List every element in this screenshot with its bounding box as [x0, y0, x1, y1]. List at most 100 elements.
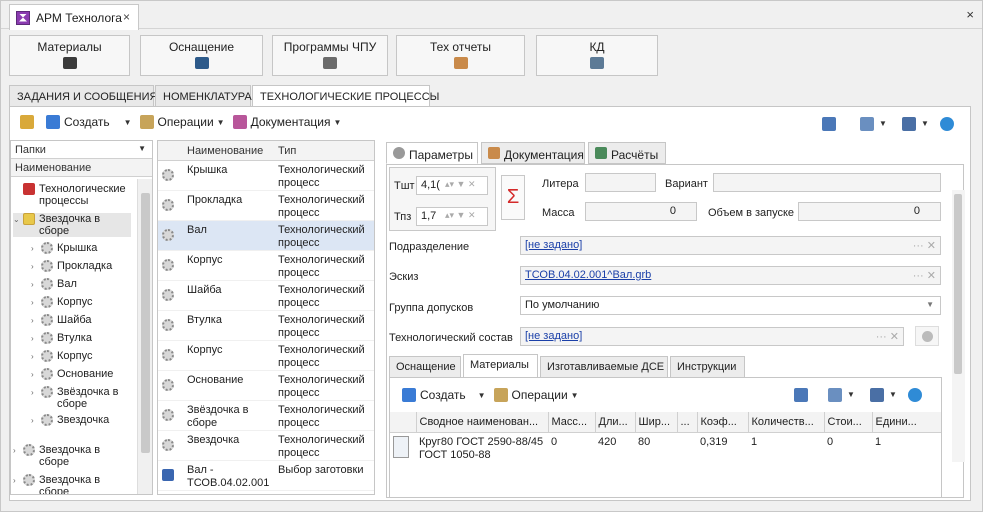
sketch-link[interactable]: ТСОВ.04.02.001^Вал.grb: [525, 269, 651, 281]
folders-column-header[interactable]: Наименование: [11, 159, 152, 177]
list-item[interactable]: Вал Технологический процесс: [158, 221, 374, 251]
operations-button[interactable]: Операции ▼: [136, 111, 229, 133]
list-item[interactable]: Вал - ТСОВ.04.02.001 Выбор заготовки: [158, 461, 374, 491]
col-name-header[interactable]: Наименование: [187, 145, 263, 157]
module-cnc-button[interactable]: Программы ЧПУ: [272, 35, 388, 76]
tolerance-group-select[interactable]: По умолчанию ▼: [520, 296, 941, 315]
module-reports-button[interactable]: Тех отчеты: [396, 35, 525, 76]
user-icon[interactable]: [794, 388, 808, 402]
col-type-header[interactable]: Тип: [278, 145, 296, 157]
module-materials-button[interactable]: Материалы: [9, 35, 130, 76]
folder-item[interactable]: › Шайба: [31, 314, 131, 327]
sync-icon[interactable]: [908, 388, 922, 402]
module-cad-button[interactable]: КД: [536, 35, 658, 76]
materials-create-button[interactable]: Создать ▼: [398, 384, 490, 406]
composition-field[interactable]: [не задано] ··· ✕: [520, 327, 904, 346]
list-item[interactable]: Шайба Технологический процесс: [158, 281, 374, 311]
department-field[interactable]: [не задано] ··· ✕: [520, 236, 941, 255]
view-icon[interactable]: [870, 388, 884, 402]
subtab-equipment[interactable]: Оснащение: [389, 356, 461, 378]
materials-col-header[interactable]: Сводное наименован...: [416, 412, 549, 433]
folder-item[interactable]: › Вал: [31, 278, 131, 291]
list-item[interactable]: Крышка Технологический процесс: [158, 161, 374, 191]
folder-item[interactable]: › Звездочка: [31, 414, 131, 427]
folder-item[interactable]: Технологические процессы: [13, 183, 131, 207]
variant-field[interactable]: [713, 173, 941, 192]
tpz-field[interactable]: 1,7 ▴▾ ▼ ✕: [416, 207, 488, 226]
expand-chevron-icon[interactable]: ›: [31, 415, 41, 427]
list-item[interactable]: Основание Технологический процесс: [158, 371, 374, 401]
tab-nomenclature[interactable]: НОМЕНКЛАТУРА: [155, 85, 252, 107]
expand-chevron-icon[interactable]: ›: [31, 333, 41, 345]
chevron-down-icon[interactable]: ▼: [889, 390, 897, 399]
tab-documentation[interactable]: Документация: [481, 142, 585, 164]
expand-chevron-icon[interactable]: ›: [31, 279, 41, 291]
window-close-icon[interactable]: ×: [966, 7, 974, 22]
chevron-down-icon[interactable]: ▼: [847, 390, 855, 399]
materials-col-header[interactable]: ...: [677, 412, 698, 433]
materials-col-header[interactable]: Едини...: [872, 412, 941, 433]
list-item[interactable]: Корпус Технологический процесс: [158, 251, 374, 281]
subtab-instructions[interactable]: Инструкции: [670, 356, 745, 378]
obem-field[interactable]: 0: [798, 202, 941, 221]
tab-tasks[interactable]: ЗАДАНИЯ И СООБЩЕНИЯ: [9, 85, 157, 107]
view-icon[interactable]: [902, 117, 916, 131]
user-icon[interactable]: [822, 117, 836, 131]
sum-button[interactable]: Σ: [501, 175, 525, 220]
folder-item[interactable]: ⌄ Звездочка в сборе: [13, 213, 131, 237]
expand-chevron-icon[interactable]: ›: [31, 261, 41, 273]
expand-chevron-icon[interactable]: ›: [31, 315, 41, 327]
edit-icon[interactable]: [860, 117, 874, 131]
composition-link[interactable]: [не задано]: [525, 330, 582, 342]
folder-item[interactable]: › Звёздочка в сборе: [31, 386, 131, 410]
tab-calculations[interactable]: Расчёты: [588, 142, 666, 164]
list-item[interactable]: Втулка Технологический процесс: [158, 311, 374, 341]
module-equipment-button[interactable]: Оснащение: [140, 35, 263, 76]
edit-icon[interactable]: [828, 388, 842, 402]
list-item[interactable]: Прокладка Технологический процесс: [158, 191, 374, 221]
composition-settings-button[interactable]: [915, 326, 939, 346]
folders-scrollbar[interactable]: [137, 179, 152, 494]
materials-col-header[interactable]: Дли...: [595, 412, 636, 433]
subtab-manufactured[interactable]: Изготавливаемые ДСЕ: [540, 356, 668, 378]
department-link[interactable]: [не задано]: [525, 239, 582, 251]
folder-item[interactable]: › Звездочка в сборе: [13, 474, 131, 494]
sync-icon[interactable]: [940, 117, 954, 131]
sketch-field[interactable]: ТСОВ.04.02.001^Вал.grb ··· ✕: [520, 266, 941, 285]
refresh-folder-button[interactable]: [16, 111, 42, 133]
tab-tech-processes[interactable]: ТЕХНОЛОГИЧЕСКИЕ ПРОЦЕССЫ: [252, 85, 439, 108]
documentation-button[interactable]: Документация ▼: [229, 111, 346, 133]
create-button[interactable]: Создать ▼: [42, 111, 136, 133]
details-scrollbar[interactable]: [952, 190, 965, 462]
folder-item[interactable]: › Прокладка: [31, 260, 131, 273]
subtab-materials[interactable]: Материалы: [463, 354, 538, 378]
materials-col-header[interactable]: Шир...: [635, 412, 678, 433]
expand-chevron-icon[interactable]: ⌄: [13, 214, 23, 226]
scroll-thumb[interactable]: [141, 193, 150, 453]
list-item[interactable]: Корпус Технологический процесс: [158, 341, 374, 371]
scroll-thumb[interactable]: [954, 194, 962, 374]
materials-col-header[interactable]: Масс...: [548, 412, 596, 433]
materials-col-header[interactable]: Коэф...: [697, 412, 749, 433]
folder-item[interactable]: › Втулка: [31, 332, 131, 345]
folder-item[interactable]: › Корпус: [31, 296, 131, 309]
app-tab-close-icon[interactable]: ×: [123, 10, 130, 24]
app-tab[interactable]: АРМ Технолога ×: [9, 4, 139, 30]
chevron-down-icon[interactable]: ▼: [921, 119, 929, 128]
expand-chevron-icon[interactable]: ›: [13, 475, 23, 487]
folder-item[interactable]: › Крышка: [31, 242, 131, 255]
massa-field[interactable]: 0: [585, 202, 697, 221]
expand-chevron-icon[interactable]: ›: [31, 369, 41, 381]
folder-item[interactable]: › Звездочка в сборе: [13, 444, 131, 468]
folder-item[interactable]: › Корпус: [31, 350, 131, 363]
tsht-field[interactable]: 4,1(▴▾ ▼ ✕: [416, 176, 488, 195]
expand-chevron-icon[interactable]: ›: [31, 351, 41, 363]
list-item[interactable]: Звездочка Технологический процесс: [158, 431, 374, 461]
litera-field[interactable]: [585, 173, 656, 192]
expand-chevron-icon[interactable]: ›: [31, 387, 41, 399]
chevron-down-icon[interactable]: ▼: [879, 119, 887, 128]
materials-col-header[interactable]: Количеств...: [748, 412, 825, 433]
expand-chevron-icon[interactable]: ›: [31, 297, 41, 309]
folders-header[interactable]: Папки ▼: [11, 141, 152, 159]
tab-parameters[interactable]: Параметры: [386, 142, 478, 164]
